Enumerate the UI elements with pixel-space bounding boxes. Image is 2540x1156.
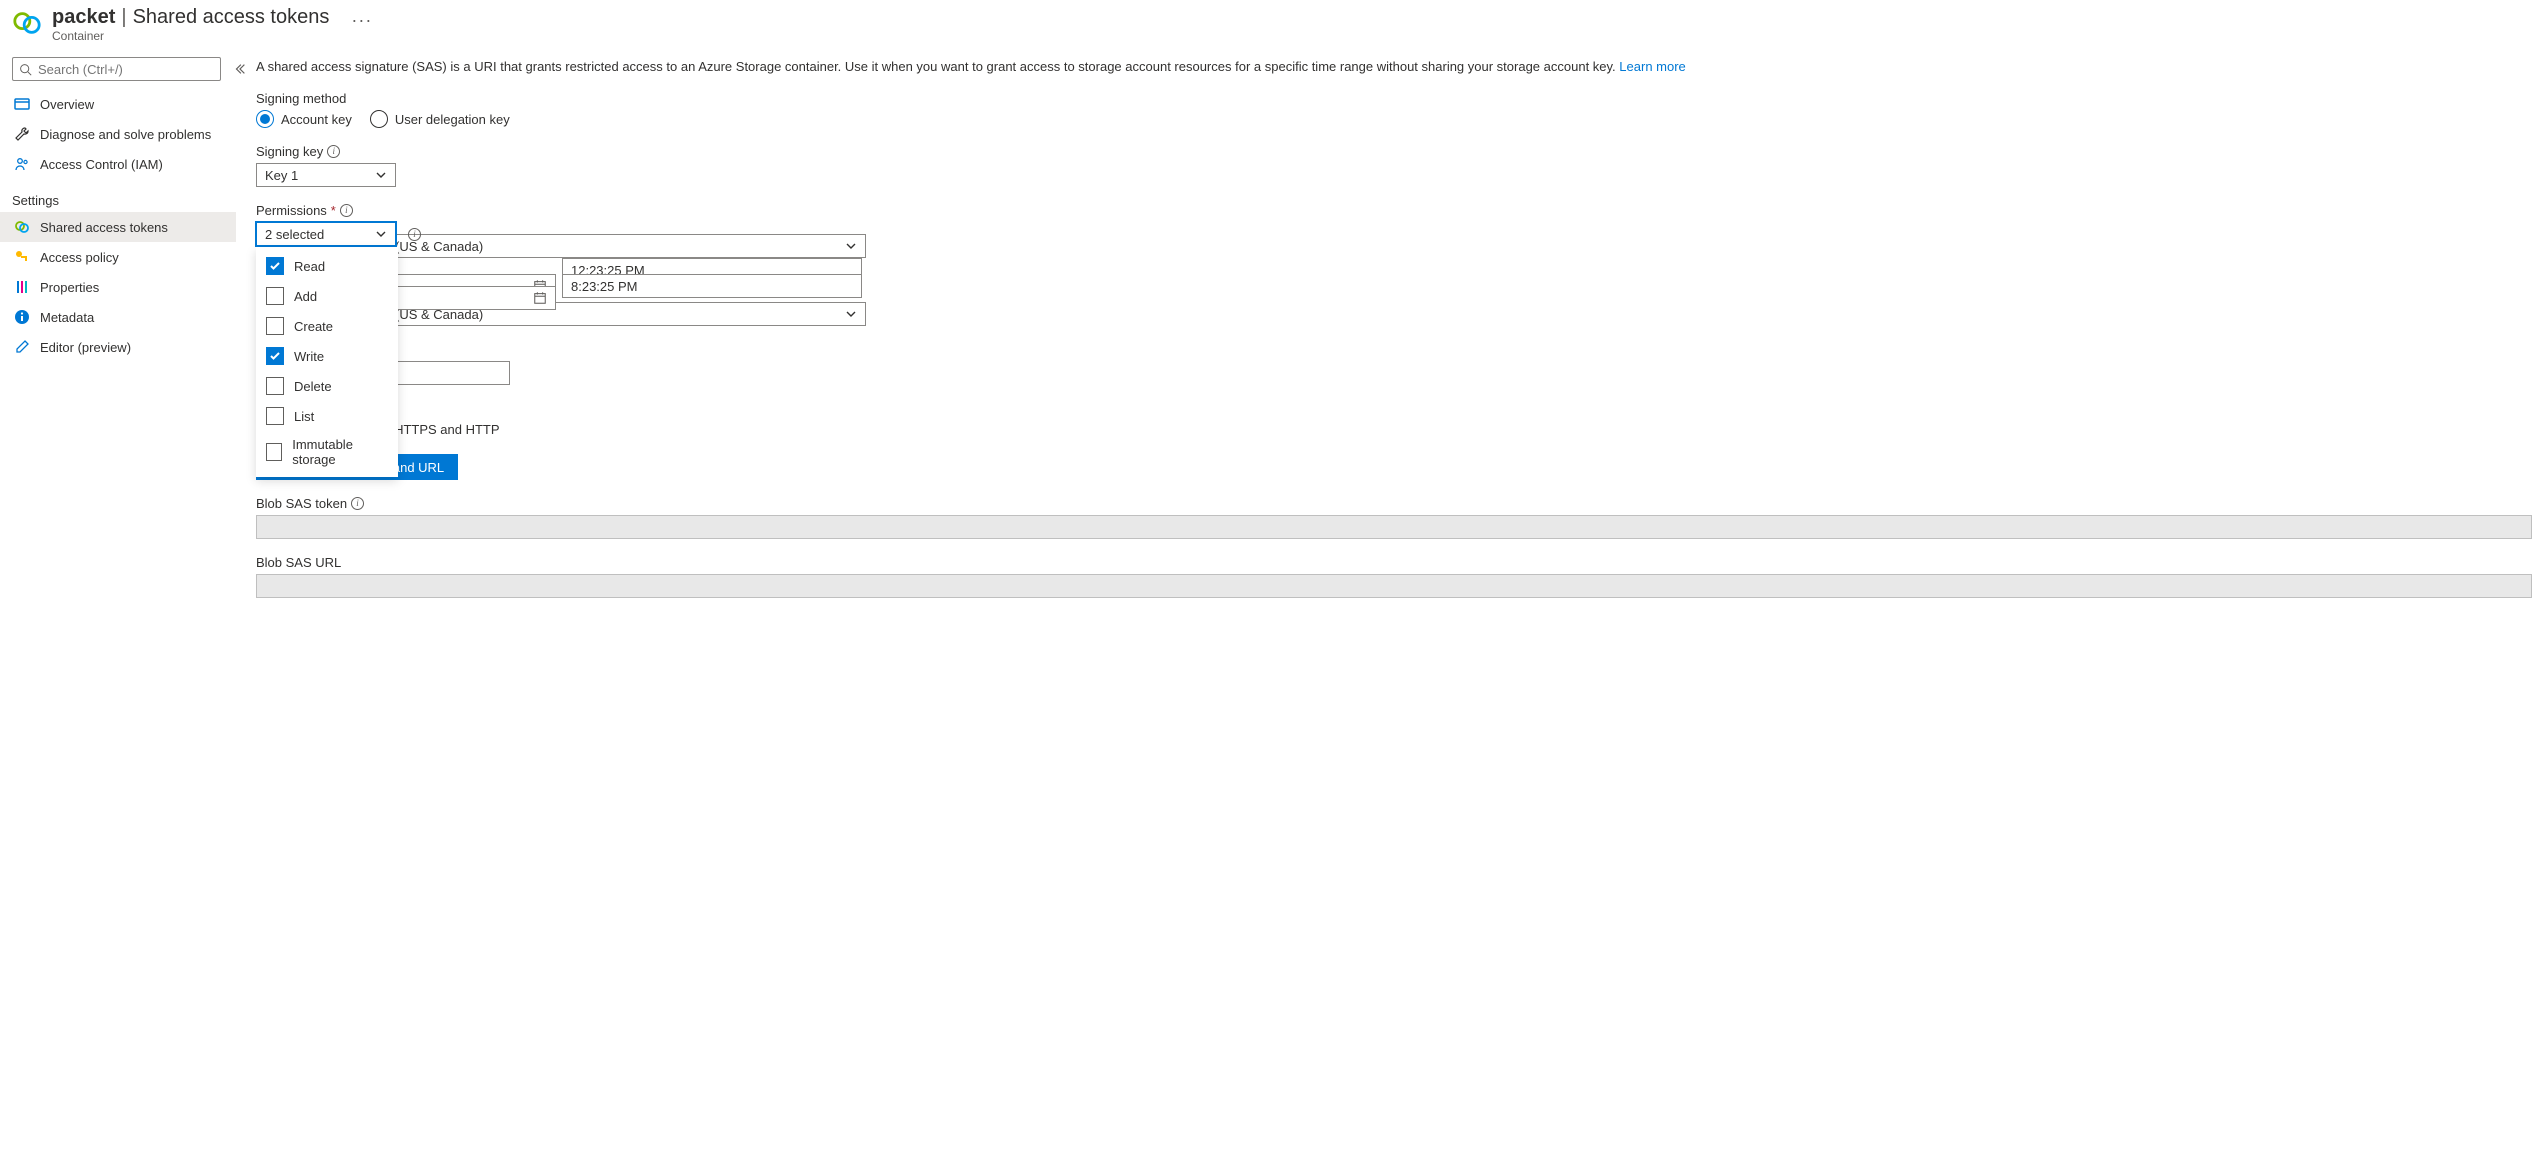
learn-more-link[interactable]: Learn more (1619, 59, 1685, 74)
checkbox[interactable] (266, 443, 282, 461)
select-value: Key 1 (265, 168, 298, 183)
checkbox[interactable] (266, 407, 284, 425)
sidebar-item-label: Diagnose and solve problems (40, 127, 211, 142)
field-signing-method: Signing method Account key User delegati… (256, 91, 2532, 128)
checkbox[interactable] (266, 317, 284, 335)
signing-key-label: Signing key (256, 144, 323, 159)
permissions-dropdown: Read Add Create Write Delete List Immutable st… (256, 247, 398, 477)
field-blob-sas-token: Blob SAS token i (256, 496, 2532, 539)
permissions-label: Permissions (256, 203, 327, 218)
resource-type: Container (52, 29, 376, 43)
checkbox[interactable] (266, 377, 284, 395)
signing-method-label: Signing method (256, 91, 2532, 106)
sidebar-item-access-policy[interactable]: Access policy (0, 242, 236, 272)
resource-name: packet (52, 6, 115, 29)
checkbox[interactable] (266, 257, 284, 275)
radio-label: User delegation key (395, 112, 510, 127)
main-content: A shared access signature (SAS) is a URI… (236, 49, 2540, 634)
blob-sas-url-label: Blob SAS URL (256, 555, 341, 570)
perm-option-label: Add (294, 289, 317, 304)
perm-option[interactable]: Write (256, 341, 398, 371)
field-timezone-start: (US & Canada) (256, 234, 2532, 258)
perm-option[interactable]: Add (256, 281, 398, 311)
sidebar-item-overview[interactable]: Overview (0, 89, 236, 119)
key-icon (14, 249, 30, 265)
blob-sas-url-output[interactable] (256, 574, 2532, 598)
container-icon (12, 8, 42, 38)
page-header: packet | Shared access tokens ··· Contai… (0, 0, 2540, 49)
field-generate: Generate SAS token and URL (256, 454, 2532, 480)
sidebar: Overview Diagnose and solve problems Acc… (0, 49, 236, 634)
info-icon[interactable]: i (351, 497, 364, 510)
blob-sas-token-output[interactable] (256, 515, 2532, 539)
search-icon (19, 63, 32, 76)
sidebar-item-label: Metadata (40, 310, 94, 325)
sidebar-item-label: Overview (40, 97, 94, 112)
sidebar-item-label: Access Control (IAM) (40, 157, 163, 172)
info-icon[interactable]: i (327, 145, 340, 158)
radio-user-delegation[interactable]: User delegation key (370, 110, 510, 128)
radio-label: Account key (281, 112, 352, 127)
properties-icon (14, 279, 30, 295)
signing-key-select[interactable]: Key 1 (256, 163, 396, 187)
people-icon (14, 156, 30, 172)
sidebar-item-editor[interactable]: Editor (preview) (0, 332, 236, 362)
wrench-icon (14, 126, 30, 142)
blob-sas-token-label: Blob SAS token (256, 496, 347, 511)
field-allowed-ip: Allowed IP addresses i (256, 342, 2532, 385)
chevron-down-icon (845, 240, 857, 252)
edit-icon (14, 339, 30, 355)
perm-option-label: Delete (294, 379, 332, 394)
perm-option[interactable]: List (256, 401, 398, 431)
chevron-down-icon (375, 169, 387, 181)
sidebar-item-properties[interactable]: Properties (0, 272, 236, 302)
field-blob-sas-url: Blob SAS URL (256, 555, 2532, 598)
sidebar-item-diagnose[interactable]: Diagnose and solve problems (0, 119, 236, 149)
intro-body: A shared access signature (SAS) is a URI… (256, 59, 1616, 74)
checkbox[interactable] (266, 347, 284, 365)
perm-option[interactable]: Delete (256, 371, 398, 401)
select-value: 2 selected (265, 227, 324, 242)
sidebar-item-sas-tokens[interactable]: Shared access tokens (0, 212, 236, 242)
sidebar-item-label: Editor (preview) (40, 340, 131, 355)
perm-option[interactable]: Read (256, 251, 398, 281)
radio-label: HTTPS and HTTP (394, 422, 499, 437)
field-signing-key: Signing key i Key 1 (256, 144, 2532, 187)
checkbox[interactable] (266, 287, 284, 305)
search-input[interactable] (38, 62, 214, 77)
perm-option[interactable]: Immutable storage (256, 431, 398, 473)
sidebar-search[interactable] (12, 57, 221, 81)
info-icon[interactable]: i (340, 204, 353, 217)
sidebar-item-label: Access policy (40, 250, 119, 265)
expiry-time-input[interactable]: 8:23:25 PM (562, 274, 862, 298)
page-title: Shared access tokens (133, 6, 330, 29)
perm-option-label: Create (294, 319, 333, 334)
perm-option-label: Read (294, 259, 325, 274)
time-value: 8:23:25 PM (571, 279, 638, 294)
chevron-down-icon (845, 308, 857, 320)
title-separator: | (121, 6, 126, 29)
field-expiry: 8:23:25 PM (US & Canada) (256, 274, 2532, 326)
perm-option-label: Write (294, 349, 324, 364)
perm-option[interactable]: Create (256, 311, 398, 341)
sidebar-item-metadata[interactable]: Metadata (0, 302, 236, 332)
calendar-icon (533, 291, 547, 305)
field-allowed-protocols: Allowed protocols i HTTPS only HTTPS and… (256, 401, 2532, 438)
intro-text: A shared access signature (SAS) is a URI… (256, 57, 2532, 77)
required-marker: * (331, 203, 336, 218)
permissions-select[interactable]: 2 selected ReadAddCreateWriteDeleteListI… (256, 222, 396, 246)
perm-option-label: Immutable storage (292, 437, 388, 467)
sidebar-group-settings: Settings (0, 185, 236, 212)
more-actions-button[interactable]: ··· (347, 10, 376, 31)
chevron-down-icon (375, 228, 387, 240)
overview-icon (14, 96, 30, 112)
sidebar-item-iam[interactable]: Access Control (IAM) (0, 149, 236, 179)
sidebar-item-label: Properties (40, 280, 99, 295)
link-icon (14, 219, 30, 235)
radio-account-key[interactable]: Account key (256, 110, 352, 128)
sidebar-item-label: Shared access tokens (40, 220, 168, 235)
info-icon (14, 309, 30, 325)
perm-option-label: List (294, 409, 314, 424)
